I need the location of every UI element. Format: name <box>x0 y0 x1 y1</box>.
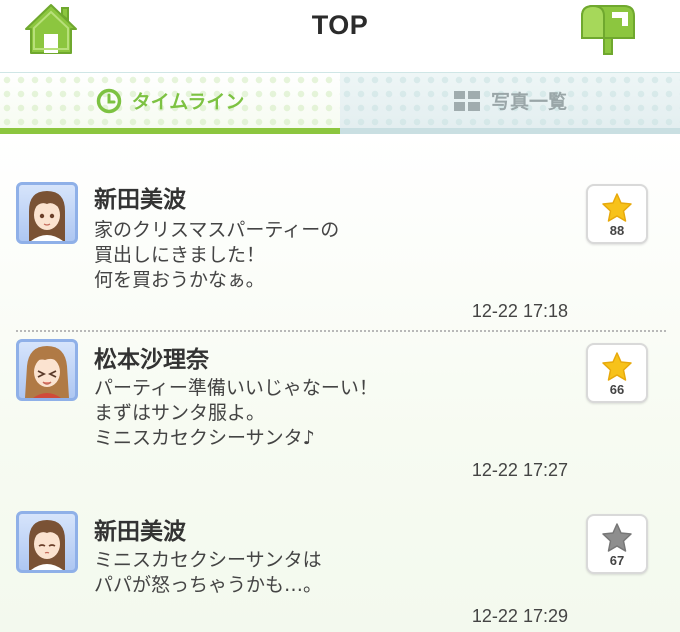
like-count: 88 <box>609 223 625 238</box>
post-author: 新田美波 <box>94 187 186 213</box>
like-count: 67 <box>609 553 625 568</box>
like-count: 66 <box>609 382 625 397</box>
avatar-image <box>29 520 65 570</box>
avatar[interactable] <box>16 182 78 244</box>
post-text: パーティー準備いいじゃなーい！ まずはサンタ服よ。 ミニスカセクシーサンタ♪ <box>94 377 378 449</box>
tab-photos[interactable]: 写真一覧 <box>340 73 680 135</box>
star-icon <box>602 352 632 381</box>
avatar-image <box>25 346 69 398</box>
like-button[interactable]: 66 <box>586 343 648 403</box>
post-text: 家のクリスマスパーティーの 買出しにきました！ 何を買おうかなぁ。 <box>94 219 340 291</box>
post-text: ミニスカセクシーサンタは パパが怒っちゃうかも…。 <box>94 549 323 596</box>
avatar[interactable] <box>16 339 78 401</box>
star-icon <box>602 523 632 552</box>
tab-timeline[interactable]: タイムライン <box>0 73 340 135</box>
avatar-image <box>29 191 65 241</box>
tab-bar: タイムライン 写真一覧 <box>0 72 680 135</box>
mailbox-button[interactable] <box>576 2 638 56</box>
post-timestamp: 12-22 17:29 <box>471 606 568 626</box>
post-timestamp: 12-22 17:18 <box>471 301 568 321</box>
post-author: 新田美波 <box>94 519 186 545</box>
avatar[interactable] <box>16 511 78 573</box>
star-icon <box>602 193 632 222</box>
tab-timeline-label: タイムライン <box>131 91 245 113</box>
grid-icon <box>453 90 480 111</box>
post-timestamp: 12-22 17:27 <box>471 460 568 480</box>
timeline-list[interactable]: 新田美波 家のクリスマスパーティーの 買出しにきました！ 何を買おうかなぁ。 1… <box>0 134 680 632</box>
post-author: 松本沙理奈 <box>94 347 209 373</box>
like-button[interactable]: 67 <box>586 514 648 574</box>
mailbox-icon <box>581 4 635 55</box>
header-bar: TOP <box>0 0 680 72</box>
like-button[interactable]: 88 <box>586 184 648 244</box>
clock-icon <box>96 88 121 113</box>
tab-photos-label: 写真一覧 <box>490 91 567 113</box>
divider <box>16 330 666 332</box>
